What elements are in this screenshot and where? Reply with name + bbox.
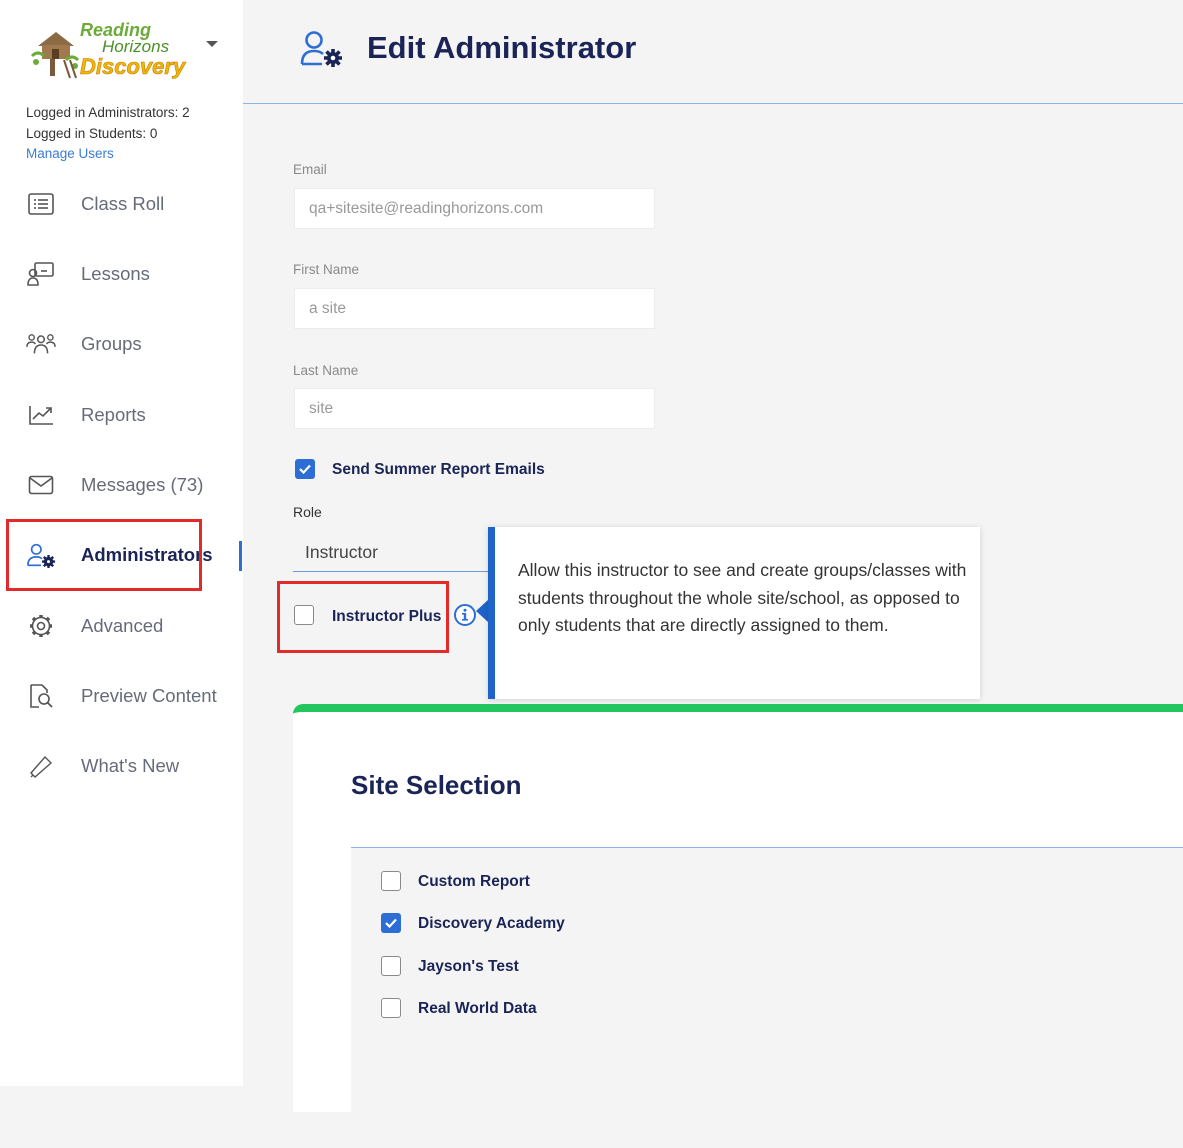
site-list: Custom Report Discovery Academy Jayson's…	[351, 847, 1183, 1148]
reports-icon	[26, 401, 56, 429]
page-header: Edit Administrator	[243, 0, 1183, 104]
site-label-custom-report[interactable]: Custom Report	[418, 873, 530, 891]
sidebar-item-label: Preview Content	[81, 685, 217, 706]
sidebar-item-whats-new[interactable]: What's New	[0, 741, 243, 791]
reading-horizons-logo[interactable]: Reading Horizons Discovery	[28, 16, 188, 82]
site-checkbox-discovery-academy[interactable]	[381, 913, 401, 933]
site-label-discovery-academy[interactable]: Discovery Academy	[418, 915, 565, 933]
site-checkbox-custom-report[interactable]	[381, 871, 401, 891]
checkmark-icon	[385, 918, 397, 929]
sidebar-item-label: Lessons	[81, 263, 150, 284]
messages-icon	[26, 471, 56, 499]
instructor-plus-label[interactable]: Instructor Plus	[332, 608, 441, 626]
groups-icon	[26, 330, 56, 358]
checkmark-icon	[299, 464, 311, 475]
sidebar-item-messages[interactable]: Messages (73)	[0, 460, 243, 510]
user-gear-icon	[299, 30, 345, 73]
sidebar-item-label: Messages (73)	[81, 474, 204, 495]
sidebar-item-advanced[interactable]: Advanced	[0, 601, 243, 651]
active-indicator	[239, 541, 242, 571]
svg-text:Discovery: Discovery	[80, 54, 187, 79]
tooltip-arrow	[476, 600, 488, 622]
manage-users-link[interactable]: Manage Users	[26, 144, 190, 165]
first-name-field[interactable]: a site	[294, 288, 655, 329]
email-field[interactable]: qa+sitesite@readinghorizons.com	[294, 188, 655, 229]
lessons-icon	[26, 260, 56, 288]
page-title: Edit Administrator	[367, 30, 637, 65]
site-selection-title: Site Selection	[351, 770, 522, 800]
sidebar-item-administrators[interactable]: Administrators	[0, 530, 243, 580]
logo-dropdown-caret-icon[interactable]	[206, 41, 218, 47]
treehouse-logo-icon: Reading Horizons Discovery	[30, 20, 187, 79]
email-label: Email	[293, 162, 327, 177]
sidebar-item-label: Advanced	[81, 615, 164, 636]
instructor-plus-checkbox[interactable]	[294, 605, 314, 625]
sidebar-item-label: Reports	[81, 404, 146, 425]
sidebar-item-lessons[interactable]: Lessons	[0, 249, 243, 299]
instructor-plus-tooltip: Allow this instructor to see and create …	[488, 527, 980, 699]
site-selection-card: Site Selection Custom Report Discovery A…	[293, 704, 1183, 1148]
logged-in-administrators: Logged in Administrators: 2	[26, 105, 190, 120]
gear-icon	[26, 612, 56, 640]
site-checkbox-real-world-data[interactable]	[381, 998, 401, 1018]
role-select[interactable]: Instructor	[293, 531, 508, 572]
sidebar-item-groups[interactable]: Groups	[0, 319, 243, 369]
site-label-jaysons-test[interactable]: Jayson's Test	[418, 958, 519, 976]
sidebar-item-label: Groups	[81, 333, 142, 354]
preview-icon	[26, 682, 56, 710]
sidebar-item-preview-content[interactable]: Preview Content	[0, 671, 243, 721]
sidebar-item-label: Class Roll	[81, 193, 165, 214]
summer-emails-label[interactable]: Send Summer Report Emails	[332, 461, 545, 479]
site-label-real-world-data[interactable]: Real World Data	[418, 1000, 537, 1018]
sidebar: Reading Horizons Discovery Logged in Adm…	[0, 0, 243, 1086]
summer-emails-checkbox[interactable]	[295, 459, 315, 479]
sidebar-item-label: What's New	[81, 755, 180, 776]
class-roll-icon	[26, 190, 56, 218]
sidebar-item-class-roll[interactable]: Class Roll	[0, 179, 243, 229]
megaphone-icon	[26, 752, 56, 780]
last-name-field[interactable]: site	[294, 388, 655, 429]
logged-in-students: Logged in Students: 0	[26, 125, 158, 141]
main-content: Edit Administrator Email qa+sitesite@rea…	[243, 0, 1183, 1148]
tooltip-text: Allow this instructor to see and create …	[518, 560, 967, 635]
first-name-label: First Name	[293, 262, 360, 277]
administrators-icon	[26, 541, 56, 569]
sidebar-item-label: Administrators	[81, 544, 213, 565]
role-label: Role	[293, 504, 322, 520]
site-checkbox-jaysons-test[interactable]	[381, 956, 401, 976]
last-name-label: Last Name	[293, 363, 359, 378]
sidebar-item-reports[interactable]: Reports	[0, 390, 243, 440]
login-stats: Logged in Administrators: 2 Logged in St…	[26, 103, 190, 165]
info-icon[interactable]	[453, 603, 477, 632]
